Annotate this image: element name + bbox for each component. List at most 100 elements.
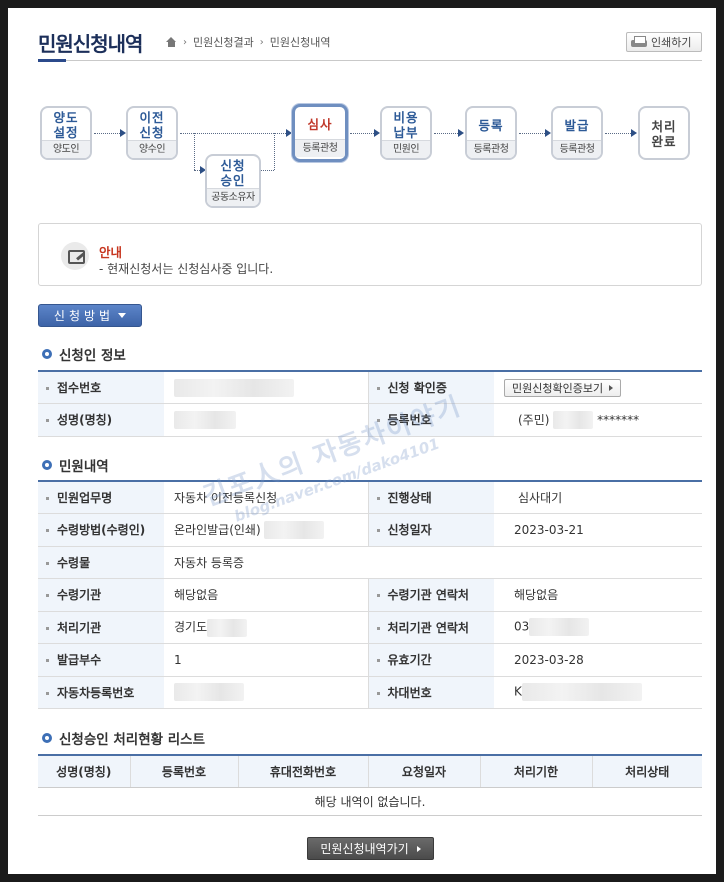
arrow-icon (519, 129, 551, 137)
arrow-icon (274, 129, 292, 137)
arrow-icon (350, 129, 380, 137)
field-label: 민원업무명 (38, 481, 164, 514)
step-actor: 양수인 (128, 140, 176, 158)
table-row: 수령방법(수령인) 온라인발급(인쇄) 신청일자 2023-03-21 (38, 513, 702, 547)
table-row: 처리기관 경기도 처리기관 연락처 03 (38, 611, 702, 644)
table-row: 성명(명칭) 등록번호 (주민) ******* (38, 403, 702, 437)
table-row: 수령물 자동차 등록증 (38, 546, 702, 579)
field-value: 해당없음 (164, 578, 368, 612)
table-header-row: 성명(명칭) 등록번호 휴대전화번호 요청일자 처리기한 처리상태 (38, 755, 702, 788)
field-label: 수령물 (38, 546, 164, 579)
applicant-table: 접수번호 신청 확인증 민원신청확인증보기 성명(명칭) 등록번호 (주민) *… (38, 370, 702, 437)
notice-text: - 현재신청서는 신청심사중 입니다. (99, 262, 274, 276)
field-value: 2023-03-21 (494, 513, 702, 547)
field-label: 진행상태 (367, 481, 494, 514)
title-accent-bar (38, 59, 66, 62)
field-value (164, 676, 368, 709)
column-header: 등록번호 (129, 755, 238, 788)
step-name: 신청 승인 (220, 158, 246, 188)
status-value: 심사대기 (494, 481, 702, 514)
table-row: 수령기관 해당없음 수령기관 연락처 해당없음 (38, 578, 702, 612)
confirm-cell: 민원신청확인증보기 (494, 371, 702, 404)
field-label: 수령방법(수령인) (38, 513, 164, 547)
method-label: 신청방법 (53, 309, 115, 323)
reg-no-prefix: (주민) (518, 412, 550, 427)
home-icon[interactable] (166, 37, 177, 47)
field-label: 수령기관 연락처 (367, 578, 494, 612)
triangle-right-icon (416, 845, 421, 852)
delivery-method: 온라인발급(인쇄) (174, 522, 261, 537)
receipt-no-value (164, 371, 368, 404)
field-value: 해당없음 (494, 578, 702, 612)
bullet-icon (42, 349, 52, 359)
table-row: 접수번호 신청 확인증 민원신청확인증보기 (38, 371, 702, 404)
page: 민원신청내역 홈 › 민원신청결과 › 민원신청내역 인쇄하기 양도 설정 양도… (8, 8, 716, 874)
notice-title: 안내 (99, 245, 123, 260)
field-value: 온라인발급(인쇄) (164, 513, 368, 547)
reg-no-value: (주민) ******* (494, 403, 702, 437)
field-value: 경기도 (164, 611, 368, 644)
arrow-icon (194, 166, 206, 174)
field-value: 자동차 이전등록신청 (164, 481, 368, 514)
arrow-icon (434, 129, 464, 137)
breadcrumb-item[interactable]: 민원신청결과 (193, 34, 254, 50)
table-row: 자동차등록번호 차대번호 K (38, 676, 702, 709)
title-divider (38, 60, 702, 61)
connector-line (274, 133, 275, 170)
go-to-history-button[interactable]: 민원신청내역가기 (307, 837, 434, 860)
step-transfer-setup: 양도 설정 양도인 (40, 106, 92, 160)
step-name: 발급 (564, 117, 590, 133)
section-title: 민원내역 (59, 459, 109, 475)
breadcrumb: 홈 › 민원신청결과 › 민원신청내역 (166, 34, 330, 50)
step-actor: 민원인 (382, 140, 430, 158)
table-row: 민원업무명 자동차 이전등록신청 진행상태 심사대기 (38, 481, 702, 514)
redacted-value (529, 618, 590, 637)
notice-box: 안내 - 현재신청서는 신청심사중 입니다. (38, 223, 702, 286)
go-to-history-label: 민원신청내역가기 (320, 842, 409, 856)
redacted-value (521, 683, 642, 702)
step-actor: 등록관청 (295, 139, 345, 157)
phone-prefix: 03 (514, 619, 530, 634)
step-name: 등록 (478, 117, 504, 133)
field-value: 03 (494, 611, 702, 644)
step-name: 이전 신청 (139, 110, 165, 140)
section-heading-approval: 신청승인 처리현황 리스트 (42, 728, 205, 748)
table-row: 해당 내역이 없습니다. (38, 787, 702, 816)
bullet-icon (42, 733, 52, 743)
step-approval: 신청 승인 공동소유자 (205, 154, 261, 208)
column-header: 처리상태 (591, 755, 702, 788)
column-header: 성명(명칭) (38, 755, 130, 788)
field-value: K (494, 676, 702, 709)
page-title: 민원신청내역 (38, 32, 143, 56)
table-row: 발급부수 1 유효기간 2023-03-28 (38, 643, 702, 677)
view-certificate-button[interactable]: 민원신청확인증보기 (504, 378, 622, 397)
view-certificate-label: 민원신청확인증보기 (512, 381, 604, 395)
chevron-right-icon: › (183, 36, 187, 48)
application-method-button[interactable]: 신청방법 (38, 304, 142, 327)
step-name: 처리 완료 (651, 119, 677, 149)
redacted-value (174, 410, 236, 429)
connector-line (194, 133, 195, 170)
step-registration: 등록 등록관청 (465, 106, 517, 160)
column-header: 요청일자 (367, 755, 480, 788)
name-label: 성명(명칭) (38, 403, 164, 437)
step-payment: 비용 납부 민원인 (380, 106, 432, 160)
step-complete: 처리 완료 (638, 106, 690, 160)
memo-icon (61, 242, 89, 270)
name-value (164, 403, 368, 437)
print-button[interactable]: 인쇄하기 (626, 32, 702, 52)
field-value: 2023-03-28 (494, 643, 702, 677)
column-header: 처리기한 (479, 755, 592, 788)
field-label: 차대번호 (367, 676, 494, 709)
section-title: 신청인 정보 (59, 348, 126, 364)
field-label: 처리기관 연락처 (367, 611, 494, 644)
field-label: 자동차등록번호 (38, 676, 164, 709)
agency-name: 경기도 (174, 620, 208, 634)
connector-line (261, 170, 274, 171)
process-flow: 양도 설정 양도인 이전 신청 양수인 신청 승인 공동소유자 심사 등록관청 … (8, 96, 716, 216)
printer-icon (631, 36, 647, 48)
civil-table: 민원업무명 자동차 이전등록신청 진행상태 심사대기 수령방법(수령인) 온라인… (38, 480, 702, 709)
step-name: 비용 납부 (393, 110, 419, 140)
breadcrumb-current: 민원신청내역 (269, 36, 331, 49)
field-label: 수령기관 (38, 578, 164, 612)
